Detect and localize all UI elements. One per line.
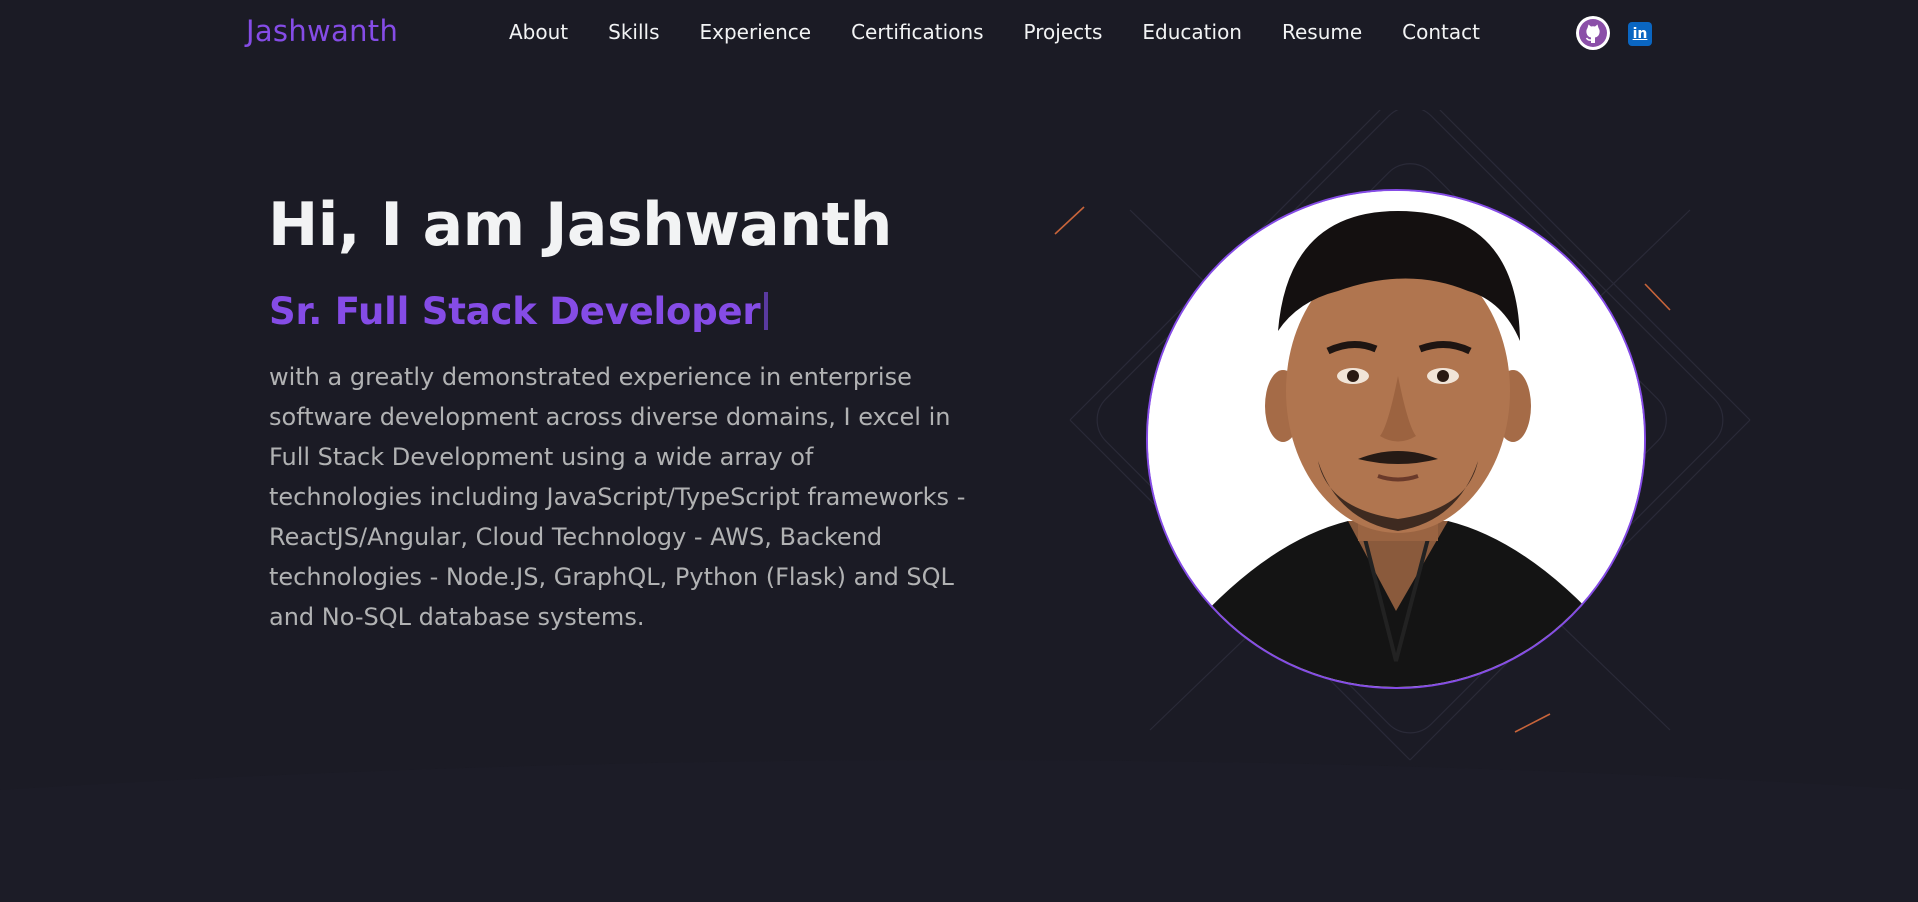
nav-link-certifications[interactable]: Certifications bbox=[851, 20, 983, 44]
hero-role: Sr. Full Stack Developer bbox=[269, 290, 761, 333]
site-logo[interactable]: Jashwanth bbox=[246, 14, 398, 48]
typing-cursor bbox=[764, 292, 769, 330]
nav-link-projects[interactable]: Projects bbox=[1024, 20, 1103, 44]
nav-link-about[interactable]: About bbox=[509, 20, 568, 44]
navbar: Jashwanth About Skills Experience Certif… bbox=[0, 0, 1918, 68]
social-links: in bbox=[1576, 16, 1652, 50]
hero-title: Hi, I am Jashwanth bbox=[268, 190, 892, 260]
linkedin-icon[interactable]: in bbox=[1628, 21, 1652, 46]
profile-photo bbox=[1146, 189, 1646, 689]
nav-link-resume[interactable]: Resume bbox=[1282, 20, 1362, 44]
nav-link-skills[interactable]: Skills bbox=[608, 20, 659, 44]
nav-link-education[interactable]: Education bbox=[1142, 20, 1242, 44]
github-octocat-glyph bbox=[1579, 19, 1607, 47]
nav-link-contact[interactable]: Contact bbox=[1402, 20, 1480, 44]
portfolio-page: Jashwanth About Skills Experience Certif… bbox=[0, 0, 1918, 902]
hero-description: with a greatly demonstrated experience i… bbox=[269, 363, 966, 631]
github-icon[interactable] bbox=[1576, 16, 1610, 50]
nav-link-experience[interactable]: Experience bbox=[700, 20, 812, 44]
section-divider-wave bbox=[0, 760, 1918, 902]
profile-photo-image bbox=[1148, 191, 1644, 687]
hero-role-line: Sr. Full Stack Developer bbox=[269, 290, 769, 333]
nav-links: About Skills Experience Certifications P… bbox=[509, 20, 1520, 44]
